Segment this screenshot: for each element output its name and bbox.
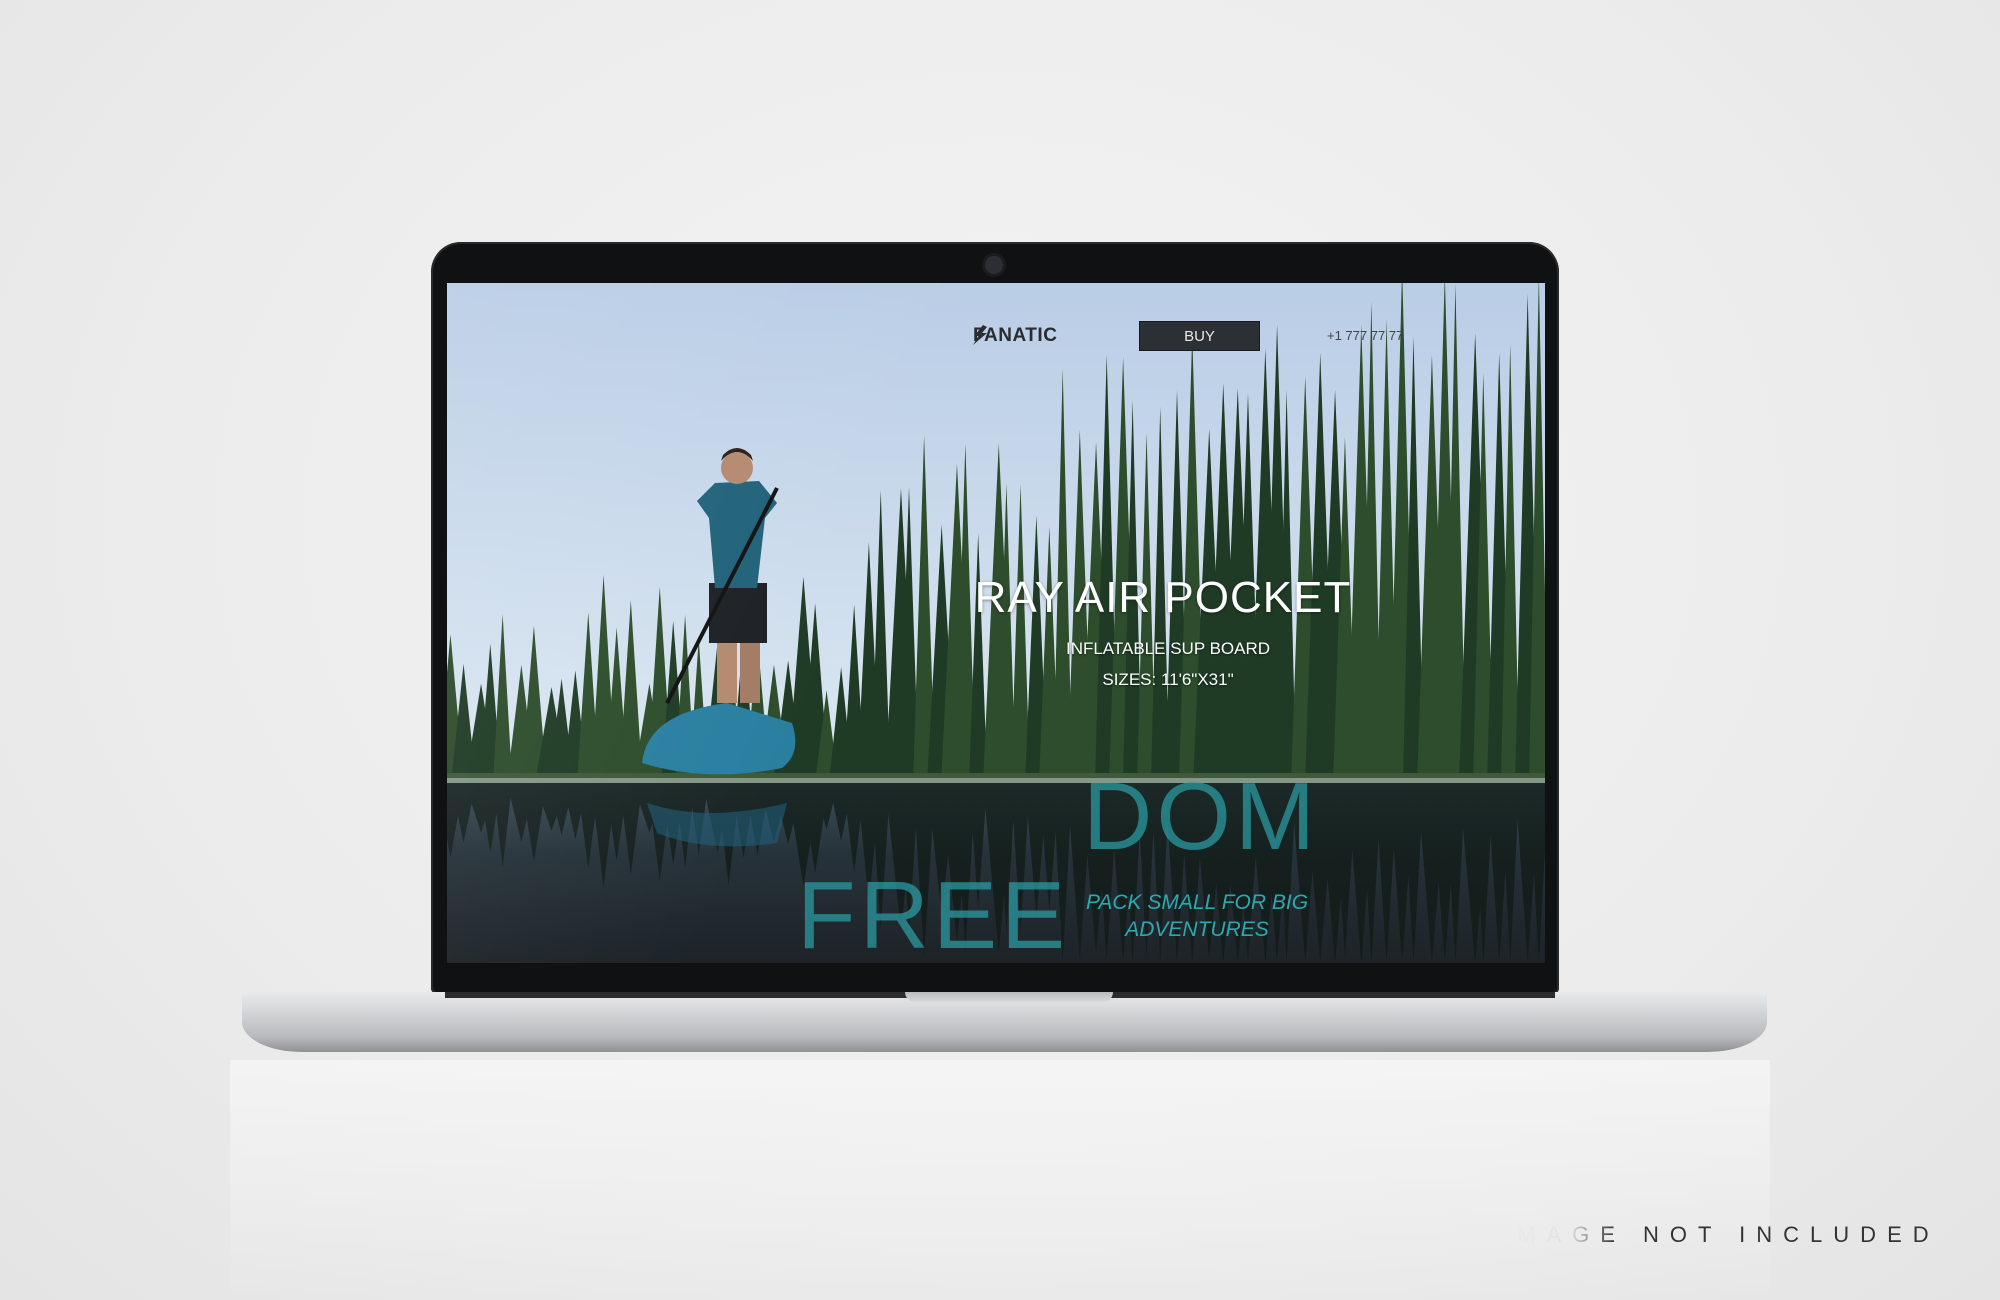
site-header: FANATIC BUY +1 777 77 77 xyxy=(447,321,1545,351)
hero-subtitle: INFLATABLE SUP BOARD xyxy=(1065,639,1271,658)
hero-photo xyxy=(447,283,1545,963)
buy-button[interactable]: BUY xyxy=(1139,321,1260,351)
brand-logo[interactable]: FANATIC xyxy=(973,325,1057,347)
tagline-line-2: ADVENTURES xyxy=(1125,918,1269,941)
hero-title: RAY AIR POCKET xyxy=(447,573,1545,623)
floor-reflection xyxy=(230,1060,1770,1300)
hero-tagline: PACK SMALL FOR BIG ADVENTURES xyxy=(1007,889,1387,943)
hero-word-dom: DOM xyxy=(1083,763,1319,870)
hero-sizes: SIZES: 11'6"X31" xyxy=(1102,670,1234,689)
fanatic-logo-icon xyxy=(973,325,987,345)
laptop-screen: FANATIC BUY +1 777 77 77 RAY AIR POCKET … xyxy=(447,283,1545,963)
laptop-notch xyxy=(905,992,1113,1002)
phone-link[interactable]: +1 777 77 77 xyxy=(1327,328,1403,343)
webcam-icon xyxy=(985,256,1003,274)
hero-title-text: RAY AIR POCKET xyxy=(974,573,1352,622)
tagline-line-1: PACK SMALL FOR BIG xyxy=(1085,891,1309,914)
watermark-text: IMAGE NOT INCLUDED xyxy=(1500,1222,1940,1247)
